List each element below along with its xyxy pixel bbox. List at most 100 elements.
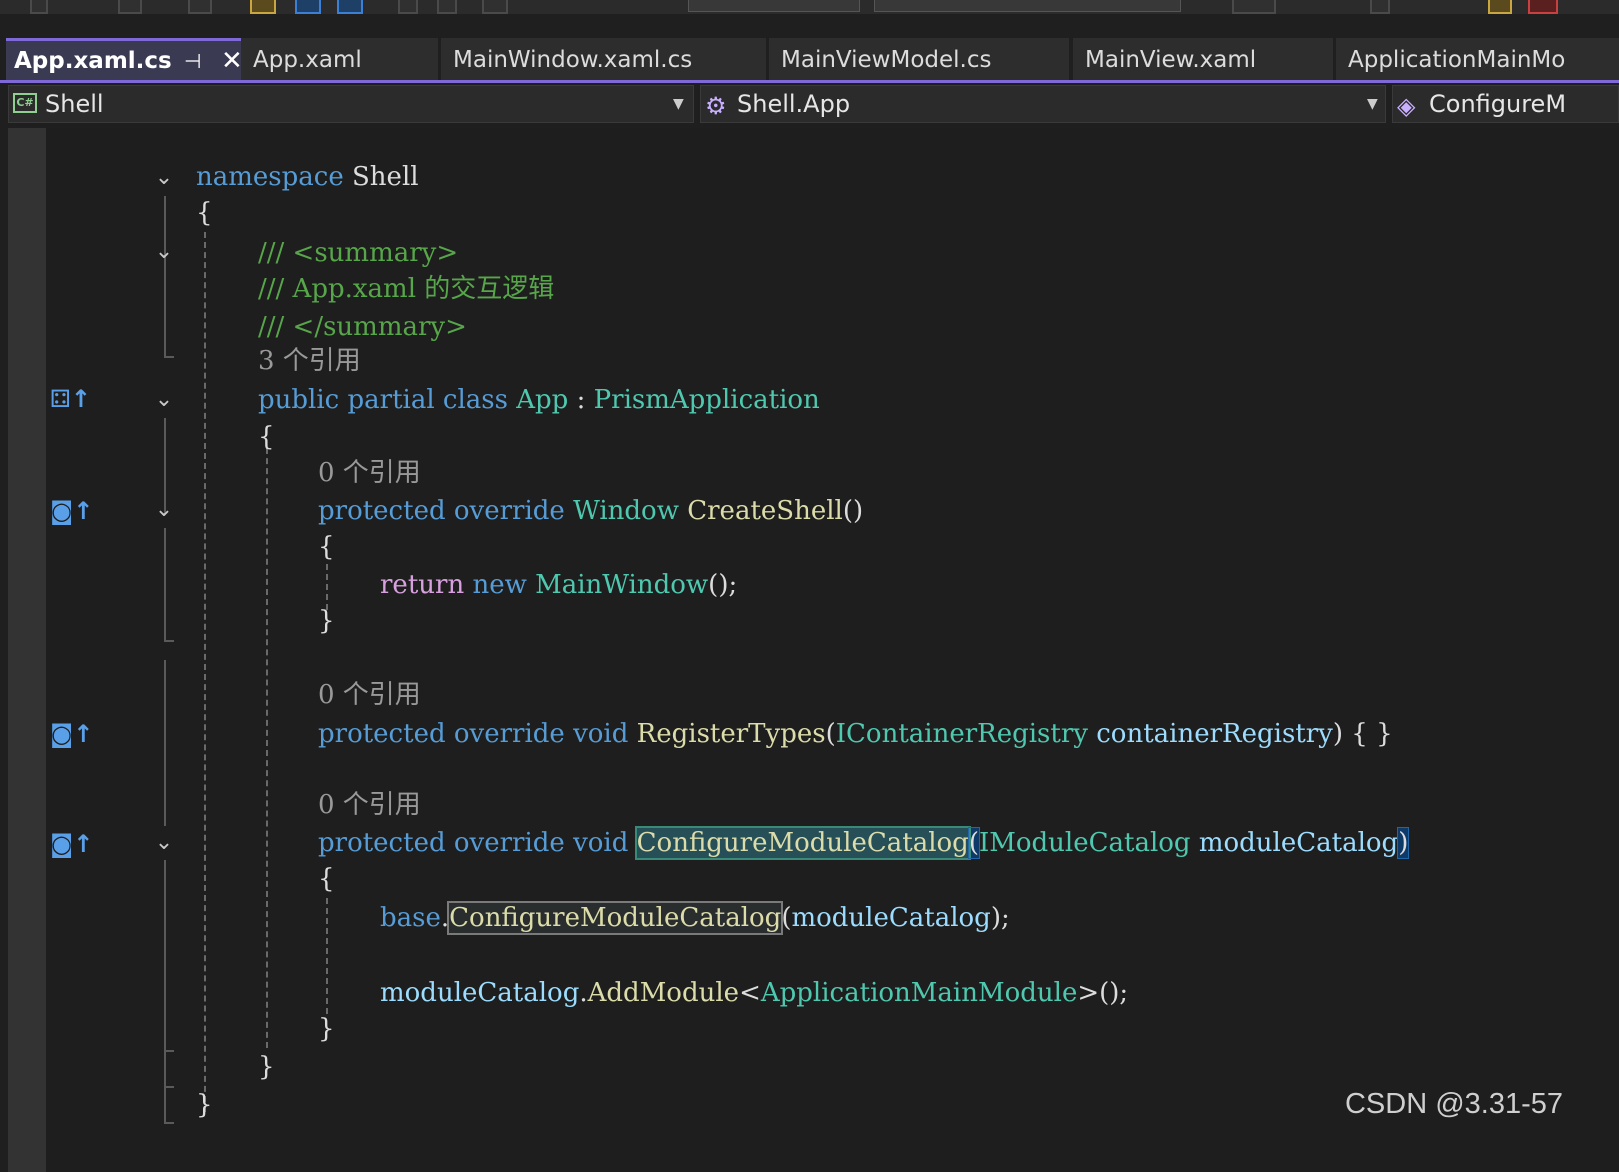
code-line[interactable]: public partial class App : PrismApplicat… bbox=[258, 381, 820, 419]
brace: { bbox=[318, 532, 335, 562]
keyword: base bbox=[380, 903, 441, 933]
keyword: protected bbox=[318, 496, 446, 526]
punctuation: . bbox=[579, 978, 588, 1008]
code-line[interactable]: /// </summary> bbox=[258, 308, 467, 346]
reference-count: 0 个引用 bbox=[318, 458, 421, 488]
keyword: partial bbox=[347, 385, 435, 415]
toolbar-button[interactable] bbox=[398, 0, 418, 14]
chevron-down-icon[interactable]: ⌄ bbox=[152, 240, 176, 264]
type-name: Window bbox=[573, 496, 679, 526]
override-icon[interactable]: ◙↑ bbox=[50, 496, 93, 526]
type-name: ApplicationMainModule bbox=[760, 978, 1078, 1008]
tab-label: ApplicationMainMo bbox=[1348, 47, 1566, 73]
keyword: override bbox=[453, 719, 565, 749]
navigation-bar: C# Shell ▼ ⚙ Shell.App ▼ ◈ ConfigureM bbox=[0, 83, 1619, 125]
csharp-file-icon: C# bbox=[13, 93, 37, 113]
tab-mainviewmodel-cs[interactable]: MainViewModel.cs bbox=[769, 38, 1069, 80]
base-type: PrismApplication bbox=[593, 385, 820, 415]
pin-icon[interactable]: ⊣ bbox=[184, 41, 201, 80]
codelens-references[interactable]: 0 个引用 bbox=[318, 454, 421, 492]
code-line[interactable]: base.ConfigureModuleCatalog(moduleCatalo… bbox=[380, 899, 1010, 937]
tab-app-xaml[interactable]: App.xaml bbox=[241, 38, 438, 80]
override-icon[interactable]: ◙↑ bbox=[50, 829, 93, 859]
bracket-match: ( bbox=[967, 827, 980, 859]
member-dropdown[interactable]: ◈ ConfigureM bbox=[1392, 85, 1619, 123]
chevron-down-icon[interactable]: ⌄ bbox=[152, 831, 176, 855]
parameter: moduleCatalog bbox=[380, 978, 580, 1008]
type-label: Shell.App bbox=[737, 90, 851, 118]
codelens-references[interactable]: 0 个引用 bbox=[318, 786, 421, 824]
keyword: protected bbox=[318, 719, 446, 749]
chevron-down-icon[interactable]: ⌄ bbox=[152, 498, 176, 522]
code-line[interactable]: } bbox=[258, 1048, 275, 1086]
code-line[interactable]: protected override void ConfigureModuleC… bbox=[318, 824, 1410, 862]
toolbar-button[interactable] bbox=[1528, 0, 1558, 14]
brace: } bbox=[258, 1052, 275, 1082]
keyword: override bbox=[453, 496, 565, 526]
code-line[interactable]: { bbox=[196, 194, 213, 232]
keyword: override bbox=[453, 828, 565, 858]
method-name-highlighted[interactable]: ConfigureModuleCatalog bbox=[634, 826, 971, 860]
toolbar-button[interactable] bbox=[250, 0, 276, 14]
code-line[interactable]: { bbox=[318, 860, 335, 898]
toolbar-button[interactable] bbox=[1232, 0, 1276, 14]
code-line[interactable]: /// <summary> bbox=[258, 234, 458, 272]
code-line[interactable]: moduleCatalog.AddModule<ApplicationMainM… bbox=[380, 974, 1128, 1012]
chevron-down-icon: ▼ bbox=[1367, 96, 1378, 112]
class-name: App bbox=[516, 385, 569, 415]
configuration-dropdown[interactable] bbox=[688, 0, 860, 12]
tab-mainwindow-xaml-cs[interactable]: MainWindow.xaml.cs bbox=[441, 38, 766, 80]
document-tab-bar: App.xaml.cs ⊣ ✕ App.xaml MainWindow.xaml… bbox=[0, 38, 1619, 83]
code-line[interactable]: } bbox=[318, 1010, 335, 1048]
toolbar-button[interactable] bbox=[437, 0, 457, 14]
toolbar-button[interactable] bbox=[1370, 0, 1390, 14]
toolbar bbox=[0, 0, 1619, 14]
toolbar-button[interactable] bbox=[1488, 0, 1512, 14]
code-line[interactable]: { bbox=[258, 418, 275, 456]
keyword: void bbox=[573, 828, 629, 858]
toolbar-button[interactable] bbox=[30, 0, 48, 14]
code-line[interactable]: protected override void RegisterTypes(IC… bbox=[318, 715, 1393, 753]
code-line[interactable]: } bbox=[196, 1086, 213, 1124]
chevron-down-icon[interactable]: ⌄ bbox=[152, 166, 176, 190]
toolbar-button[interactable] bbox=[188, 0, 212, 14]
code-line[interactable]: } bbox=[318, 602, 335, 640]
project-dropdown[interactable]: C# Shell ▼ bbox=[8, 85, 694, 123]
type-dropdown[interactable]: ⚙ Shell.App ▼ bbox=[700, 85, 1386, 123]
keyword: class bbox=[442, 385, 508, 415]
tab-applicationmainmodule[interactable]: ApplicationMainMo bbox=[1336, 38, 1619, 80]
doc-comment: /// <summary> bbox=[258, 238, 459, 268]
implements-icon[interactable]: ⚃↑ bbox=[50, 384, 91, 414]
codelens-references[interactable]: 3 个引用 bbox=[258, 342, 361, 380]
code-line[interactable]: namespace Shell bbox=[196, 158, 419, 196]
tab-label: App.xaml.cs bbox=[14, 48, 172, 74]
brace: { bbox=[258, 422, 275, 452]
override-icon[interactable]: ◙↑ bbox=[50, 719, 93, 749]
code-line[interactable]: protected override Window CreateShell() bbox=[318, 492, 863, 530]
toolbar-button[interactable] bbox=[118, 0, 142, 14]
chevron-down-icon: ▼ bbox=[673, 96, 684, 112]
codelens-references[interactable]: 0 个引用 bbox=[318, 676, 421, 714]
bracket-match: ) bbox=[1397, 827, 1410, 859]
reference-count: 3 个引用 bbox=[258, 346, 361, 376]
code-editor[interactable]: ⚃↑ ◙↑ ◙↑ ◙↑ ⌄ ⌄ ⌄ ⌄ ⌄ namespace Shell { … bbox=[46, 128, 1619, 1172]
close-icon[interactable]: ✕ bbox=[221, 41, 241, 80]
keyword: return bbox=[380, 570, 465, 600]
method-reference-highlighted[interactable]: ConfigureModuleCatalog bbox=[447, 901, 784, 935]
reference-count: 0 个引用 bbox=[318, 790, 421, 820]
code-line[interactable]: { bbox=[318, 528, 335, 566]
punctuation: () bbox=[842, 496, 864, 526]
keyword: new bbox=[472, 570, 527, 600]
parameter: moduleCatalog bbox=[791, 903, 991, 933]
tab-app-xaml-cs[interactable]: App.xaml.cs ⊣ ✕ bbox=[6, 38, 241, 80]
code-line[interactable]: return new MainWindow(); bbox=[380, 566, 737, 604]
toolbar-button[interactable] bbox=[337, 0, 363, 14]
tab-mainview-xaml[interactable]: MainView.xaml bbox=[1073, 38, 1333, 80]
toolbar-button[interactable] bbox=[482, 0, 508, 14]
chevron-down-icon[interactable]: ⌄ bbox=[152, 388, 176, 412]
tab-label: MainView.xaml bbox=[1085, 47, 1257, 73]
platform-dropdown[interactable] bbox=[874, 0, 1181, 12]
brace: } bbox=[318, 606, 335, 636]
code-line[interactable]: /// App.xaml 的交互逻辑 bbox=[258, 270, 554, 308]
toolbar-button[interactable] bbox=[295, 0, 321, 14]
